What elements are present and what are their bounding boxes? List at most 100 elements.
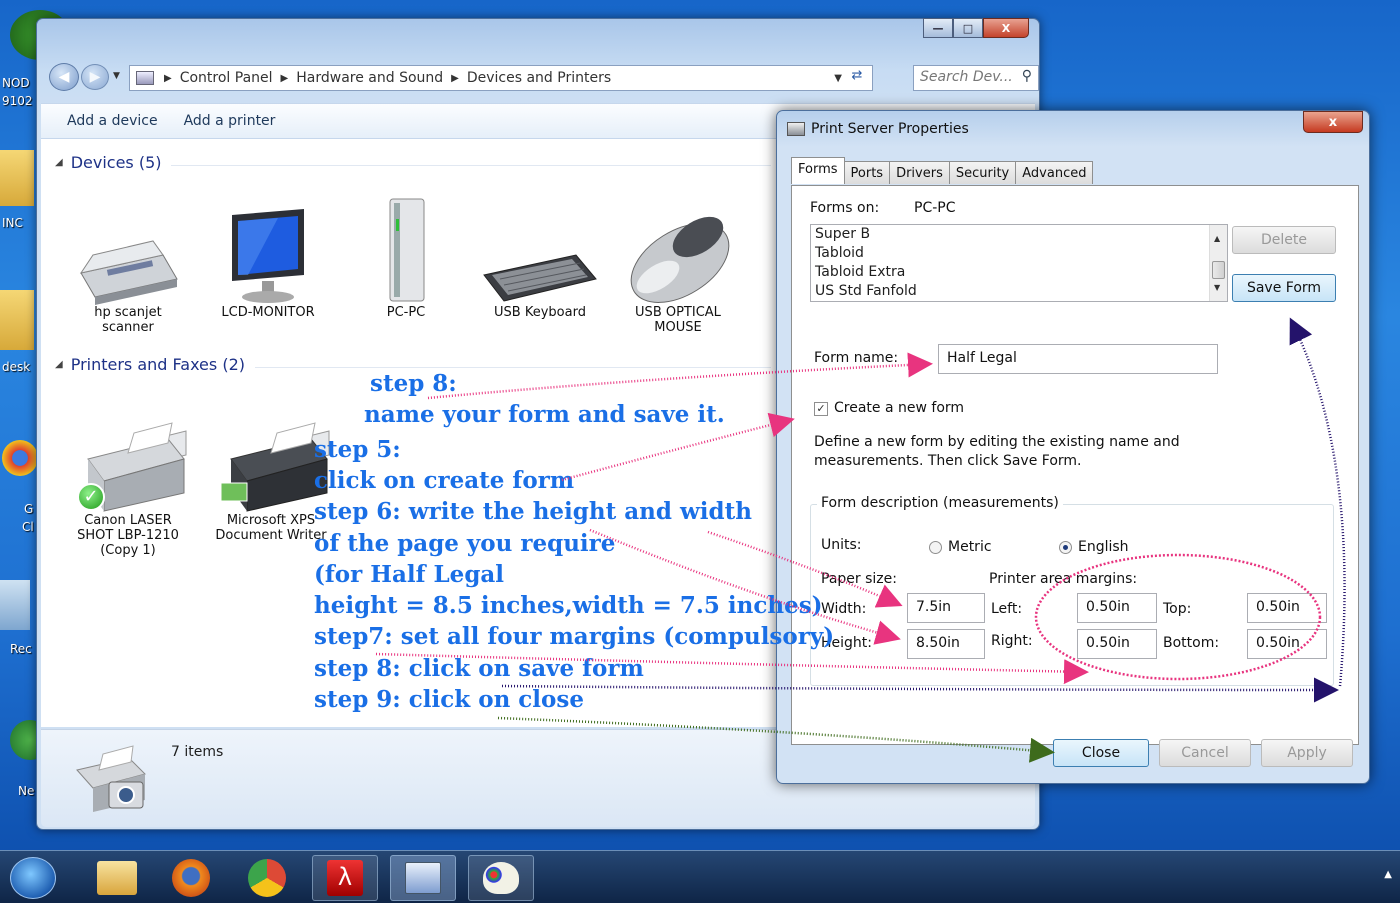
- forms-list-scrollbar[interactable]: ▲ ▼: [1209, 225, 1227, 301]
- scroll-up-icon[interactable]: ▲: [1214, 229, 1220, 248]
- device-label: USB Keyboard: [494, 305, 586, 320]
- folder-icon[interactable]: [0, 290, 34, 350]
- maximize-button[interactable]: □: [953, 18, 983, 38]
- description-text: measurements. Then click Save Form.: [814, 453, 1082, 469]
- chrome-icon[interactable]: [2, 440, 38, 476]
- show-hidden-icons-arrow[interactable]: ▲: [1384, 869, 1392, 880]
- device-label: PC-PC: [386, 305, 426, 320]
- add-device-button[interactable]: Add a device: [67, 113, 158, 129]
- form-name-input[interactable]: Half Legal: [938, 344, 1218, 374]
- acrobat-taskbar-button[interactable]: λ: [312, 855, 378, 901]
- firefox-taskbar-button[interactable]: [158, 855, 224, 901]
- save-form-button[interactable]: Save Form: [1232, 274, 1336, 302]
- address-dropdown-icon[interactable]: ▼: [834, 73, 842, 84]
- recycle-bin-icon[interactable]: [0, 580, 30, 630]
- device-pc[interactable]: PC-PC: [341, 195, 471, 320]
- annotation-step5-text: click on create form: [314, 467, 575, 494]
- create-new-form-label: Create a new form: [834, 400, 965, 416]
- create-new-form-checkbox[interactable]: ✓: [814, 402, 828, 416]
- start-button[interactable]: [10, 857, 56, 899]
- apply-button[interactable]: Apply: [1261, 739, 1353, 767]
- device-usb-keyboard[interactable]: USB Keyboard: [475, 195, 605, 320]
- printer-label: SHOT LBP-1210: [77, 528, 179, 543]
- annotation-step6-text: of the page you require: [314, 530, 616, 557]
- forward-button[interactable]: ▶: [81, 64, 109, 90]
- close-button[interactable]: X: [983, 18, 1029, 38]
- desktop-label: INC: [2, 216, 23, 230]
- metric-label: Metric: [948, 539, 992, 555]
- cancel-button[interactable]: Cancel: [1159, 739, 1251, 767]
- desktop-label: 9102: [2, 94, 33, 108]
- breadcrumb-hardware-and-sound[interactable]: Hardware and Sound: [296, 70, 443, 86]
- annotation-step7-text: step7: set all four margins (compulsory): [314, 623, 835, 650]
- forms-on-value: PC-PC: [914, 200, 956, 216]
- width-label: Width:: [821, 601, 867, 617]
- forms-tab-panel: Forms on: PC-PC Super B Tabloid Tabloid …: [791, 185, 1359, 745]
- breadcrumb-devices-and-printers[interactable]: Devices and Printers: [467, 70, 611, 86]
- desktop-label: G: [24, 502, 34, 516]
- close-button[interactable]: Close: [1053, 739, 1149, 767]
- printer-icon: ✓: [63, 401, 193, 513]
- tab-advanced[interactable]: Advanced: [1015, 161, 1094, 184]
- left-margin-label: Left:: [991, 601, 1023, 617]
- desktop-label: Rec: [10, 642, 32, 656]
- paint-taskbar-button[interactable]: [468, 855, 534, 901]
- list-item[interactable]: Tabloid: [815, 244, 1227, 263]
- devices-group-header[interactable]: ◢ Devices (5): [55, 153, 162, 172]
- list-item[interactable]: Tabloid Extra: [815, 263, 1227, 282]
- list-item[interactable]: US Std Fanfold: [815, 282, 1227, 301]
- scanner-icon: [63, 195, 193, 305]
- form-description-title: Form description (measurements): [817, 495, 1063, 511]
- right-margin-label: Right:: [991, 633, 1033, 649]
- delete-button[interactable]: Delete: [1232, 226, 1336, 254]
- printers-group-label: Printers and Faxes (2): [70, 355, 245, 374]
- device-label: scanner: [102, 320, 154, 335]
- tab-drivers[interactable]: Drivers: [889, 161, 950, 184]
- control-panel-icon: [405, 862, 441, 894]
- firefox-icon: [172, 859, 210, 897]
- explorer-taskbar-button[interactable]: [84, 855, 150, 901]
- window-controls: — □ X: [923, 18, 1029, 38]
- breadcrumb-separator-icon: ▶: [280, 72, 289, 84]
- bottom-margin-input[interactable]: 0.50in: [1247, 629, 1327, 659]
- address-bar[interactable]: ▶ Control Panel ▶ Hardware and Sound ▶ D…: [129, 65, 873, 91]
- scrollbar-thumb[interactable]: [1212, 261, 1225, 279]
- minimize-button[interactable]: —: [923, 18, 953, 38]
- list-item[interactable]: Super B: [815, 225, 1227, 244]
- top-margin-input[interactable]: 0.50in: [1247, 593, 1327, 623]
- tab-forms[interactable]: Forms: [791, 157, 845, 184]
- back-button[interactable]: ◀: [49, 63, 79, 91]
- refresh-icon[interactable]: ⇄: [846, 68, 868, 88]
- chrome-taskbar-button[interactable]: [234, 855, 300, 901]
- device-label: LCD-MONITOR: [221, 305, 315, 320]
- address-row: ◀ ▶ ▼ ▶ Control Panel ▶ Hardware and Sou…: [47, 63, 1039, 91]
- desktop-label: NOD: [2, 76, 30, 90]
- printer-small-icon: [787, 122, 805, 136]
- left-margin-input[interactable]: 0.50in: [1077, 593, 1157, 623]
- width-input[interactable]: 7.5in: [907, 593, 985, 623]
- breadcrumb-separator-icon: ▶: [451, 72, 459, 84]
- dialog-close-button[interactable]: x: [1303, 111, 1363, 133]
- device-lcd-monitor[interactable]: LCD-MONITOR: [203, 195, 333, 320]
- english-label: English: [1078, 539, 1129, 555]
- folder-icon[interactable]: [0, 150, 34, 206]
- height-input[interactable]: 8.50in: [907, 629, 985, 659]
- forms-list[interactable]: Super B Tabloid Tabloid Extra US Std Fan…: [810, 224, 1228, 302]
- add-printer-button[interactable]: Add a printer: [184, 113, 276, 129]
- dialog-title: Print Server Properties: [811, 121, 969, 137]
- printers-group-header[interactable]: ◢ Printers and Faxes (2): [55, 355, 245, 374]
- device-scanner[interactable]: hp scanjet scanner: [63, 195, 193, 335]
- recent-pages-chevron-icon[interactable]: ▼: [113, 71, 120, 81]
- tab-security[interactable]: Security: [948, 161, 1017, 184]
- search-input[interactable]: Search Dev... ⚲: [913, 65, 1039, 91]
- tab-ports[interactable]: Ports: [843, 161, 891, 184]
- control-panel-icon: [136, 71, 154, 85]
- right-margin-input[interactable]: 0.50in: [1077, 629, 1157, 659]
- control-panel-taskbar-button[interactable]: [390, 855, 456, 901]
- english-radio[interactable]: [1059, 541, 1072, 554]
- printer-canon-laser[interactable]: ✓ Canon LASER SHOT LBP-1210 (Copy 1): [63, 401, 193, 558]
- scroll-down-icon[interactable]: ▼: [1214, 278, 1220, 297]
- metric-radio[interactable]: [929, 541, 942, 554]
- device-usb-mouse[interactable]: USB OPTICAL MOUSE: [613, 195, 743, 335]
- breadcrumb-control-panel[interactable]: Control Panel: [180, 70, 273, 86]
